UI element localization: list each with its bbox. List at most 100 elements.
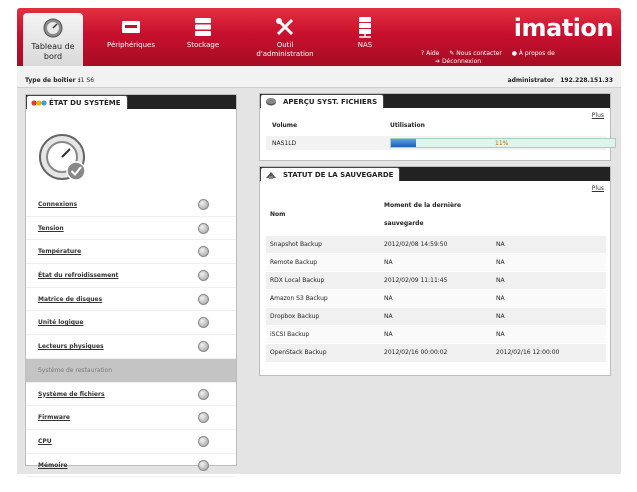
fs-more-link[interactable]: Plus (592, 112, 604, 119)
system-item[interactable]: Système de restauration (26, 358, 236, 383)
system-item-label: Connexions (38, 201, 78, 208)
backup-name: RDX Local Backup (266, 271, 380, 290)
expand-arrow-icon[interactable] (198, 317, 209, 329)
backup-next-time: NA (492, 235, 606, 254)
backup-status-tab: STATUT DE LA SAUVEGARDE (260, 167, 401, 181)
backup-name: Remote Backup (266, 253, 380, 272)
nav-storage[interactable]: Stockage (171, 12, 235, 66)
system-item[interactable]: État du refroidissement (26, 264, 236, 288)
expand-arrow-icon[interactable] (198, 388, 209, 400)
expand-arrow-icon[interactable] (198, 293, 209, 305)
nav-label: Tableau de bord (31, 42, 75, 61)
expand-arrow-icon[interactable] (198, 246, 209, 258)
expand-arrow-icon[interactable] (198, 412, 209, 424)
system-state-tab: ÉTAT DU SYSTÈME (26, 95, 128, 109)
status-dots-icon (31, 100, 47, 106)
file-system-tab: APERÇU SYST. FICHIERS (260, 94, 385, 108)
system-item[interactable]: Température (26, 240, 236, 265)
system-item-label: État du refroidissement (38, 272, 119, 280)
system-item-label: Matrice de disques (38, 295, 103, 303)
fs-usage-bar: 11% (390, 138, 616, 148)
file-system-panel: APERÇU SYST. FICHIERS Plus Volume Utilis… (259, 93, 616, 161)
backup-last-time: NA (380, 289, 492, 308)
expand-arrow-icon[interactable] (198, 270, 209, 282)
backup-last-time: 2012/02/09 11:11:45 (380, 271, 492, 290)
backup-name: OpenStack Backup (266, 343, 380, 362)
expand-arrow-icon[interactable] (198, 341, 209, 353)
system-item-label: Unité logique (38, 319, 84, 327)
about-link[interactable]: ● À propos de (512, 50, 559, 57)
fs-volume-row[interactable]: NAS1LD 11% (266, 136, 616, 150)
backup-row[interactable]: Dropbox Backup NA NA (266, 307, 606, 326)
system-state-header: ÉTAT DU SYSTÈME (26, 95, 236, 109)
nav-admin-tools[interactable]: Outil d'administration (253, 12, 317, 66)
logout-link[interactable]: ➔ Déconnexion (435, 58, 485, 65)
nav-nas[interactable]: NAS (333, 12, 397, 66)
system-item[interactable]: Tension (26, 217, 236, 241)
system-item-label: Système de fichiers (38, 390, 105, 398)
backup-row[interactable]: RDX Local Backup 2012/02/09 11:11:45 NA (266, 271, 606, 290)
backup-name: iSCSI Backup (266, 325, 380, 344)
contact-link[interactable]: ✎ Nous contacter (449, 50, 506, 57)
nav-label: Stockage (186, 41, 220, 49)
system-item-label: CPU (38, 437, 52, 445)
expand-arrow-icon[interactable] (198, 435, 209, 447)
system-item-label: Mémoire (38, 461, 68, 469)
fs-usage-fill (391, 139, 416, 147)
backup-row[interactable]: OpenStack Backup 2012/02/16 00:00:02 2012/… (266, 343, 606, 362)
enclosure-type-value: i1 S6 (79, 77, 95, 84)
backup-name: Dropbox Backup (266, 307, 380, 326)
file-system-title: APERÇU SYST. FICHIERS (283, 98, 378, 106)
system-item-label: Lecteurs physiques (38, 343, 104, 351)
backup-row[interactable]: Amazon S3 Backup NA NA (266, 289, 606, 308)
tools-icon (276, 18, 294, 36)
top-navigation-bar: Tableau de bord Périphériques Stockage O… (17, 8, 621, 66)
backup-last-time: NA (380, 325, 492, 344)
backup-more-link[interactable]: Plus (592, 185, 604, 192)
backup-status-panel: STATUT DE LA SAUVEGARDE Plus Nom Moment … (259, 166, 611, 376)
backup-table: Nom Moment de la dernière sauvegarde Sna… (266, 195, 606, 362)
backup-last-time: 2012/02/16 00:00:02 (380, 343, 492, 362)
system-item-list: Connexions Tension Température État du refr… (26, 193, 236, 478)
top-links: ? Aide ✎ Nous contacter ● À propos de ➔ … (421, 50, 563, 66)
backup-row[interactable]: Remote Backup NA NA (266, 253, 606, 272)
disk-icon (266, 98, 276, 106)
system-item[interactable]: Unité logique (26, 311, 236, 336)
storage-icon (195, 18, 211, 36)
expand-arrow-icon[interactable] (198, 199, 209, 210)
file-system-header: APERÇU SYST. FICHIERS (260, 94, 610, 108)
system-state-panel: ÉTAT DU SYSTÈME Connexions Tension Tempéra… (25, 94, 237, 478)
system-item[interactable]: Matrice de disques (26, 288, 236, 312)
expand-arrow-icon[interactable] (198, 459, 209, 471)
backup-name: Amazon S3 Backup (266, 289, 380, 308)
expand-arrow-icon[interactable] (198, 222, 209, 234)
nav-dashboard[interactable]: Tableau de bord (23, 13, 83, 66)
system-item[interactable]: Mémoire (26, 454, 236, 478)
help-link[interactable]: ? Aide (421, 50, 443, 57)
system-item[interactable]: Connexions (26, 193, 236, 217)
system-item[interactable]: Firmware (26, 406, 236, 430)
fs-col-usage: Utilisation (390, 122, 425, 129)
admin-ip: 192.228.151.33 (560, 77, 613, 84)
enclosure-type-label: Type de boîtier : (25, 77, 81, 84)
backup-table-body: Snapshot Backup 2012/02/08 14:59:50 NA Remo… (266, 235, 606, 362)
dashboard-icon (43, 18, 63, 38)
backup-next-time: NA (492, 271, 606, 290)
backup-status-header: STATUT DE LA SAUVEGARDE (260, 167, 610, 181)
system-item[interactable]: Lecteurs physiques (26, 335, 236, 359)
backup-next-time: NA (492, 307, 606, 326)
backup-next-time: NA (492, 325, 606, 344)
fs-col-volume: Volume (272, 122, 298, 129)
server-icon (359, 17, 371, 38)
backup-row[interactable]: iSCSI Backup NA NA (266, 325, 606, 344)
admin-user: administrator (507, 77, 554, 84)
backup-row[interactable]: Snapshot Backup 2012/02/08 14:59:50 NA (266, 235, 606, 254)
nav-devices[interactable]: Périphériques (99, 12, 163, 66)
backup-status-title: STATUT DE LA SAUVEGARDE (283, 171, 394, 179)
system-item[interactable]: CPU (26, 430, 236, 454)
system-state-title: ÉTAT DU SYSTÈME (49, 99, 121, 107)
system-item[interactable]: Système de fichiers (26, 383, 236, 407)
fs-usage-text: 11% (495, 140, 509, 147)
backup-last-time: NA (380, 307, 492, 326)
backup-last-time: NA (380, 253, 492, 272)
